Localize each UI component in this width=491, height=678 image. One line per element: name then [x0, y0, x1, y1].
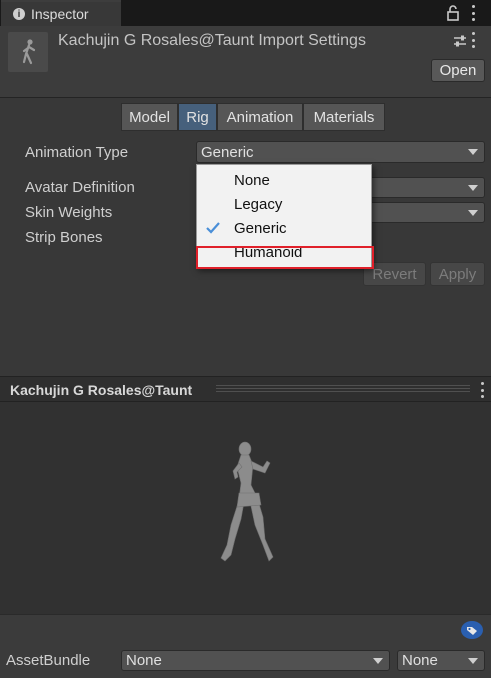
menu-item-legacy[interactable]: Legacy	[197, 192, 371, 216]
preset-settings-icon[interactable]	[453, 34, 467, 48]
animation-type-value: Generic	[201, 143, 254, 161]
character-model-icon	[220, 441, 274, 562]
open-button[interactable]: Open	[431, 59, 485, 82]
menu-item-label: Humanoid	[234, 243, 303, 261]
preview-title: Kachujin G Rosales@Taunt	[10, 382, 193, 398]
window-menu-icon[interactable]	[470, 5, 476, 21]
tab-materials[interactable]: Materials	[303, 103, 385, 131]
asset-label-tag-icon[interactable]	[460, 620, 484, 640]
avatar-definition-label: Avatar Definition	[25, 179, 135, 196]
chevron-down-icon	[468, 209, 478, 216]
menu-item-generic[interactable]: Generic	[197, 216, 371, 240]
header-menu-icon[interactable]	[470, 32, 476, 48]
asset-thumbnail	[8, 32, 48, 72]
strip-bones-label: Strip Bones	[25, 229, 103, 246]
menu-item-none[interactable]: None	[197, 168, 371, 192]
asset-bundle-name-dropdown[interactable]: None	[121, 650, 390, 671]
chevron-down-icon	[468, 149, 478, 155]
menu-item-label: None	[234, 171, 270, 189]
tab-model[interactable]: Model	[121, 103, 178, 131]
animation-type-popup-menu: None Legacy Generic Humanoid	[196, 164, 372, 268]
skin-weights-label: Skin Weights	[25, 204, 113, 221]
animation-type-dropdown[interactable]: Generic	[196, 141, 485, 163]
tab-inspector[interactable]: i Inspector	[1, 0, 121, 26]
chevron-down-icon	[468, 184, 478, 191]
chevron-down-icon	[468, 657, 478, 664]
drag-grip-icon[interactable]	[216, 385, 470, 394]
preview-menu-icon[interactable]	[479, 382, 485, 398]
animation-type-label: Animation Type	[25, 144, 129, 161]
asset-bundle-label: AssetBundle	[6, 652, 91, 669]
tab-animation[interactable]: Animation	[217, 103, 303, 131]
asset-bundle-variant-dropdown[interactable]: None	[397, 650, 485, 671]
asset-bundle-variant-value: None	[402, 652, 438, 669]
asset-bundle-name-value: None	[126, 652, 162, 669]
menu-item-label: Legacy	[234, 195, 283, 213]
info-icon: i	[13, 8, 25, 20]
menu-item-label: Generic	[234, 219, 287, 237]
asset-header: Kachujin G Rosales@Taunt Import Settings…	[0, 26, 491, 98]
apply-button[interactable]: Apply	[430, 262, 485, 286]
tab-rig[interactable]: Rig	[178, 103, 217, 131]
chevron-down-icon	[373, 657, 383, 664]
inspector-window: i Inspector Kachujin G Rosales@Taunt Imp…	[0, 0, 491, 678]
menu-item-humanoid[interactable]: Humanoid	[197, 240, 371, 264]
lock-icon[interactable]	[446, 4, 460, 22]
tab-bar: i Inspector	[0, 0, 491, 26]
tab-title: Inspector	[31, 6, 89, 22]
revert-button[interactable]: Revert	[363, 262, 426, 286]
import-settings-title: Kachujin G Rosales@Taunt Import Settings	[58, 32, 366, 49]
preview-header[interactable]: Kachujin G Rosales@Taunt	[0, 376, 491, 402]
checkmark-icon	[206, 222, 220, 234]
